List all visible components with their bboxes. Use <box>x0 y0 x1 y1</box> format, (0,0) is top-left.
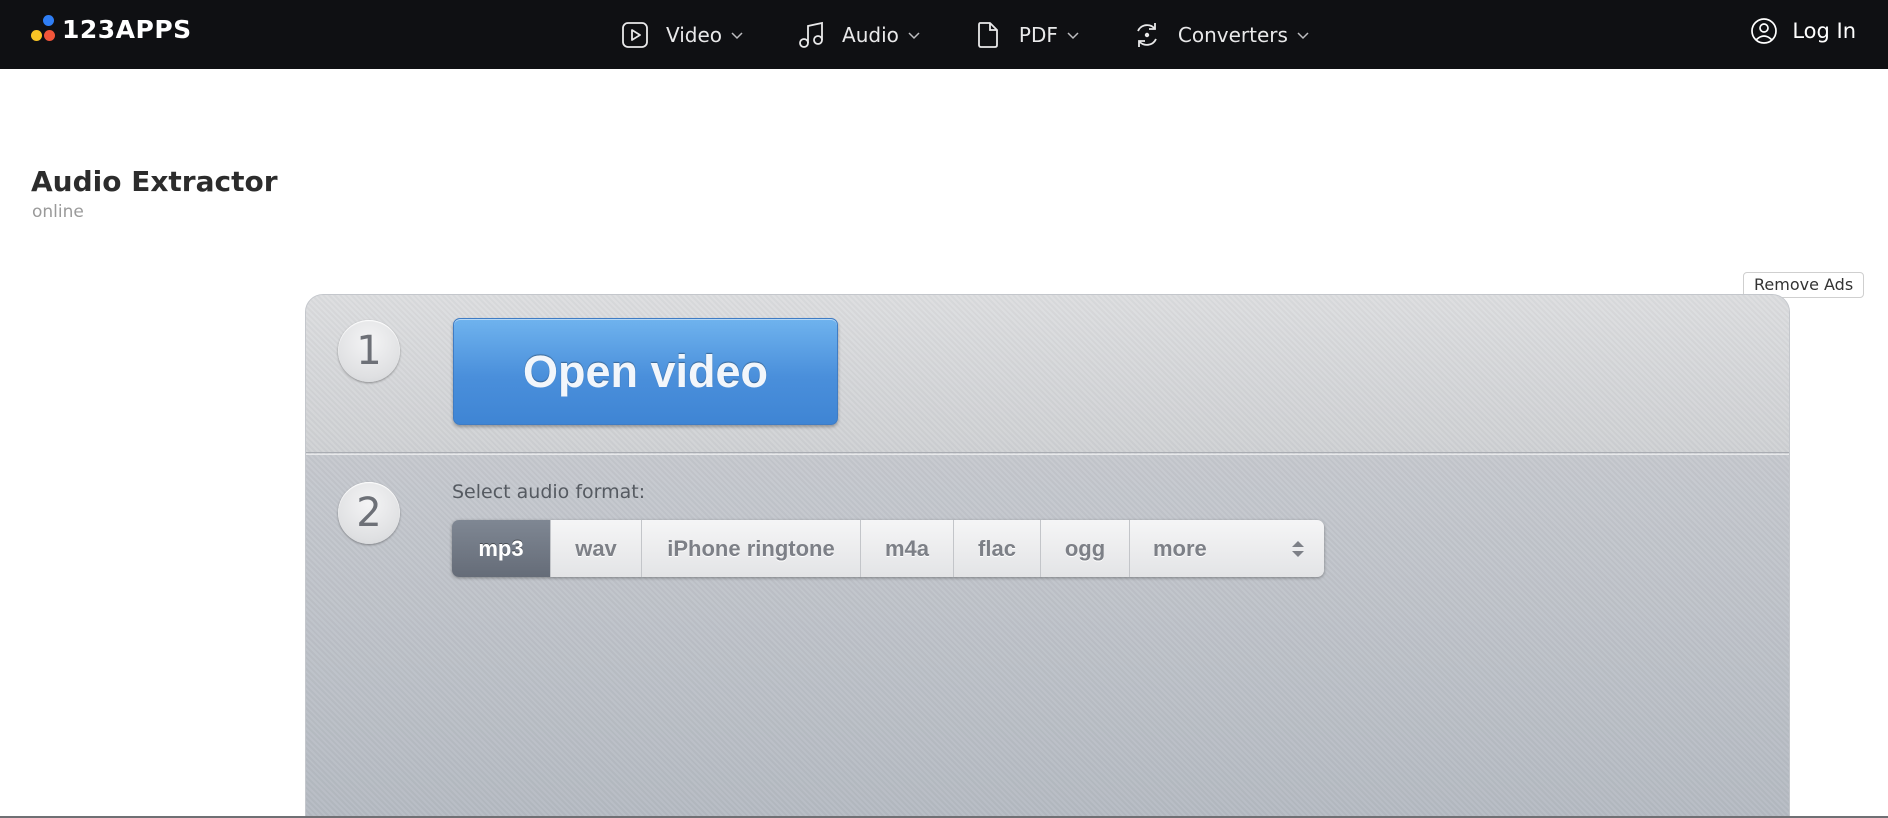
user-circle-icon <box>1751 18 1778 44</box>
step-open-video: 1 Open video <box>306 295 1789 453</box>
step-select-format: 2 Select audio format: mp3 wav iPhone ri… <box>306 454 1789 818</box>
open-video-button[interactable]: Open video <box>453 318 838 425</box>
login-button[interactable]: Log In <box>1750 0 1856 62</box>
chevron-down-icon <box>1067 31 1079 39</box>
chevron-down-icon <box>1297 31 1309 39</box>
format-m4a[interactable]: m4a <box>861 520 954 577</box>
nav-audio-label: Audio <box>842 22 899 47</box>
chevron-down-icon <box>908 31 920 39</box>
step-number-2: 2 <box>338 482 400 544</box>
format-more-label: more <box>1153 535 1207 561</box>
chevron-down-icon <box>731 31 743 39</box>
logo[interactable]: 123APPS <box>30 14 192 44</box>
nav-audio[interactable]: Audio <box>796 20 921 50</box>
play-square-icon <box>622 21 648 48</box>
format-more-dropdown[interactable]: more <box>1130 520 1324 577</box>
format-wav[interactable]: wav <box>551 520 642 577</box>
nav-converters[interactable]: Converters <box>1132 20 1310 50</box>
page-subtitle: online <box>32 202 84 222</box>
nav-video[interactable]: Video <box>620 20 744 50</box>
step-number-1: 1 <box>338 320 400 382</box>
nav-video-label: Video <box>666 22 723 47</box>
format-label: Select audio format: <box>452 481 646 503</box>
nav-pdf[interactable]: PDF <box>973 20 1080 50</box>
top-navigation-bar: 123APPS Video Audio PDF Converters Log I… <box>0 0 1888 69</box>
tool-panel: 1 Open video 2 Select audio format: mp3 … <box>305 294 1790 818</box>
logo-dots-icon <box>30 14 60 44</box>
logo-text: 123APPS <box>62 14 192 44</box>
format-iphone-ringtone[interactable]: iPhone ringtone <box>642 520 861 577</box>
document-icon <box>978 21 998 48</box>
main-nav: Video Audio PDF Converters <box>620 0 1362 69</box>
refresh-icon <box>1137 22 1157 47</box>
login-label: Log In <box>1792 19 1856 43</box>
page-title: Audio Extractor <box>31 165 278 198</box>
nav-converters-label: Converters <box>1177 22 1288 47</box>
format-selector: mp3 wav iPhone ringtone m4a flac ogg mor… <box>452 520 1324 577</box>
format-mp3[interactable]: mp3 <box>452 520 551 577</box>
music-note-icon <box>799 21 823 48</box>
updown-arrows-icon <box>1292 540 1304 557</box>
format-ogg[interactable]: ogg <box>1041 520 1130 577</box>
nav-pdf-label: PDF <box>1018 22 1058 47</box>
format-flac[interactable]: flac <box>954 520 1041 577</box>
